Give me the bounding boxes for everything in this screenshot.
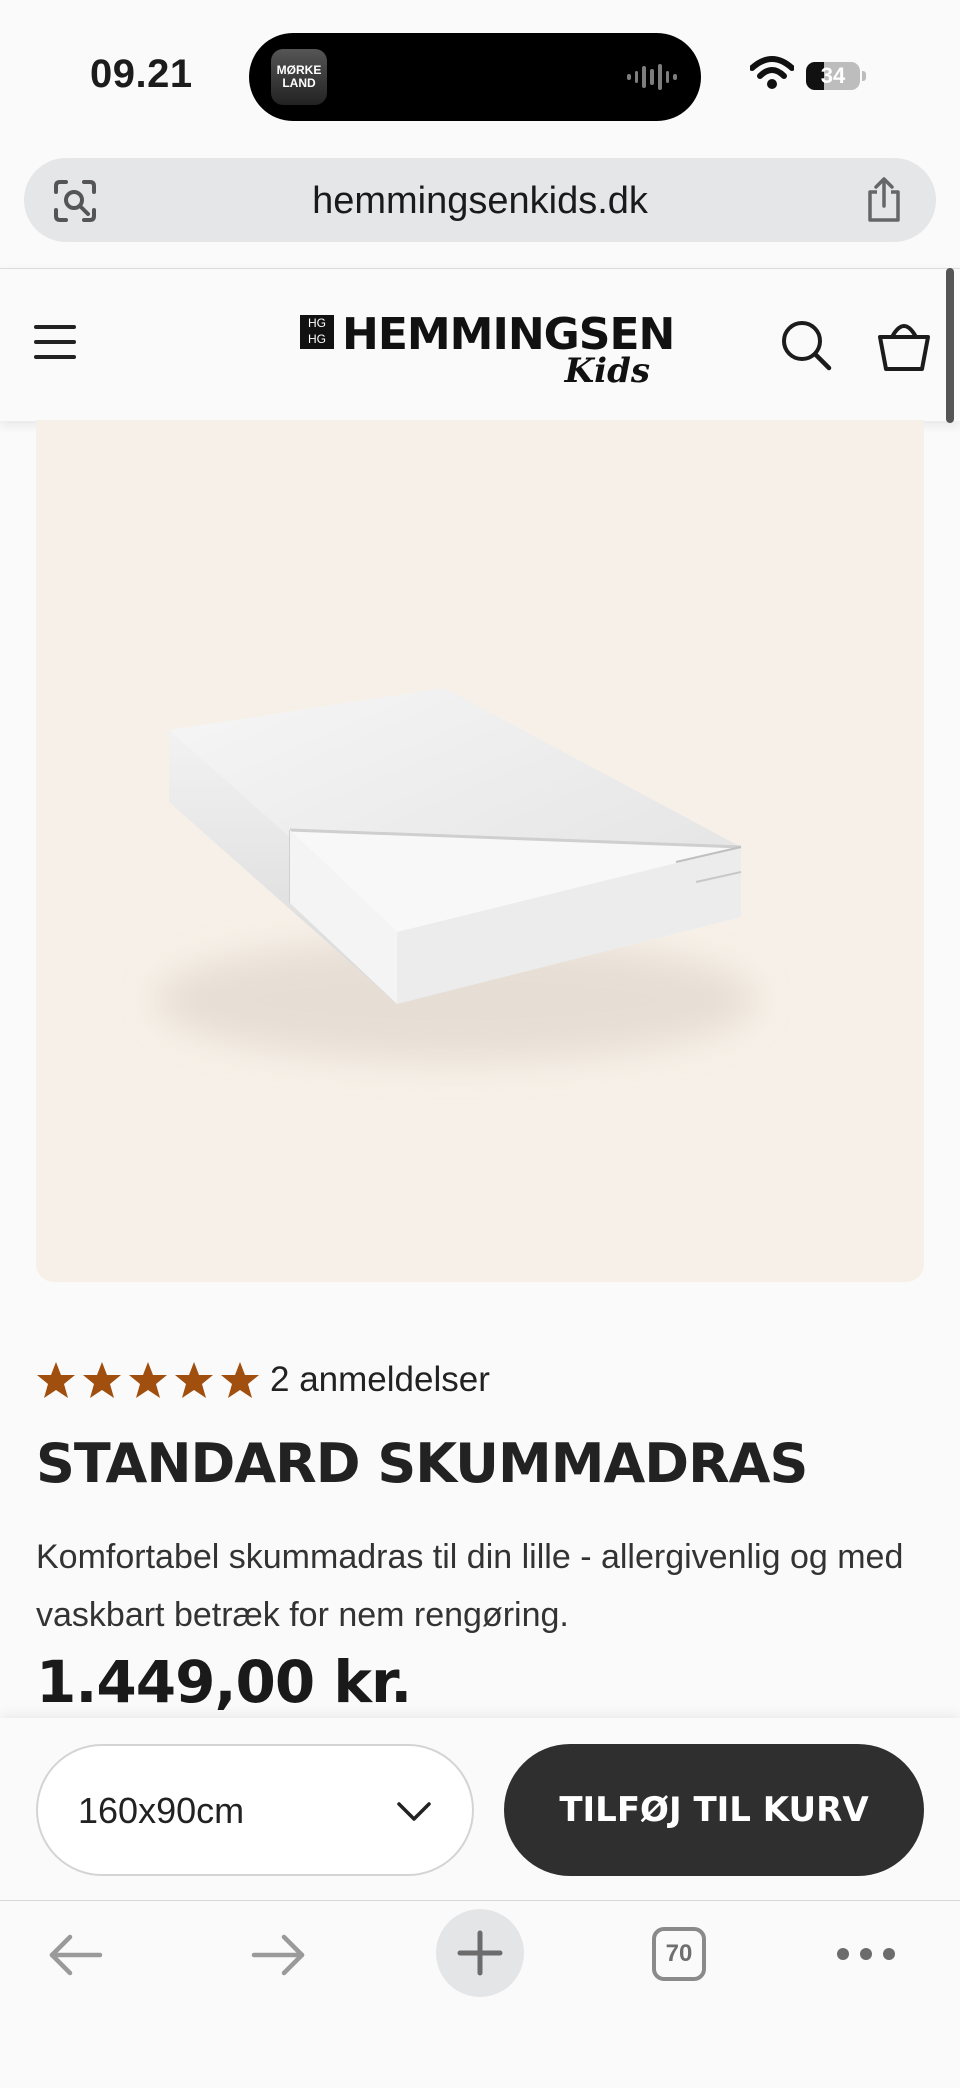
size-select-value: 160x90cm	[78, 1790, 245, 1831]
tabs-button[interactable]: 70	[652, 1927, 706, 1981]
star-icon	[129, 1362, 167, 1398]
wifi-icon	[750, 56, 794, 89]
logo-sub: Kids	[564, 351, 650, 391]
sticky-add-to-cart: 160x90cm TILFØJ TIL KURV	[0, 1718, 960, 1900]
new-tab-button[interactable]	[436, 1909, 524, 1997]
add-to-cart-button[interactable]: TILFØJ TIL KURV	[504, 1744, 924, 1876]
product-rating[interactable]: 2 anmeldelser	[36, 1356, 490, 1404]
forward-arrow-icon[interactable]	[248, 1933, 308, 1977]
star-icon	[37, 1362, 75, 1398]
size-select[interactable]: 160x90cm	[36, 1744, 474, 1876]
share-icon[interactable]	[864, 176, 904, 224]
island-app-icon: MØRKE LAND	[271, 49, 327, 105]
product-image[interactable]	[36, 420, 924, 1282]
dynamic-island: MØRKE LAND	[249, 33, 701, 121]
address-bar[interactable]: hemmingsenkids.dk	[24, 158, 936, 242]
product-description: Komfortabel skummadras til din lille - a…	[36, 1538, 904, 1634]
star-icon	[221, 1362, 259, 1398]
product-title: STANDARD SKUMMADRAS	[36, 1432, 808, 1495]
scrollbar[interactable]	[946, 268, 954, 423]
status-bar: 09.21 MØRKE LAND 34	[0, 0, 960, 150]
mattress-image	[156, 688, 756, 1060]
battery-indicator: 34	[806, 62, 866, 90]
site-logo[interactable]: HG HG HEMMINGSEN Kids	[300, 309, 675, 391]
browser-toolbar: 70	[0, 1900, 960, 2088]
star-icon	[175, 1362, 213, 1398]
product-price: 1.449,00 kr.	[36, 1648, 412, 1716]
logo-mark-icon: HG HG	[300, 315, 334, 349]
more-options-icon[interactable]	[836, 1947, 896, 1961]
review-count[interactable]: 2 anmeldelser	[270, 1360, 490, 1400]
audio-wave-icon	[627, 63, 678, 91]
url-text[interactable]: hemmingsenkids.dk	[24, 180, 936, 223]
plus-icon	[457, 1930, 503, 1976]
battery-percent: 34	[820, 63, 846, 88]
search-icon[interactable]	[780, 319, 832, 371]
status-time: 09.21	[90, 52, 193, 96]
back-arrow-icon[interactable]	[46, 1933, 106, 1977]
chevron-down-icon	[397, 1802, 431, 1821]
shopping-bag-icon[interactable]	[876, 317, 932, 373]
site-header: HG HG HEMMINGSEN Kids	[0, 268, 960, 421]
star-icon	[83, 1362, 121, 1398]
hamburger-menu-icon[interactable]	[34, 325, 76, 359]
